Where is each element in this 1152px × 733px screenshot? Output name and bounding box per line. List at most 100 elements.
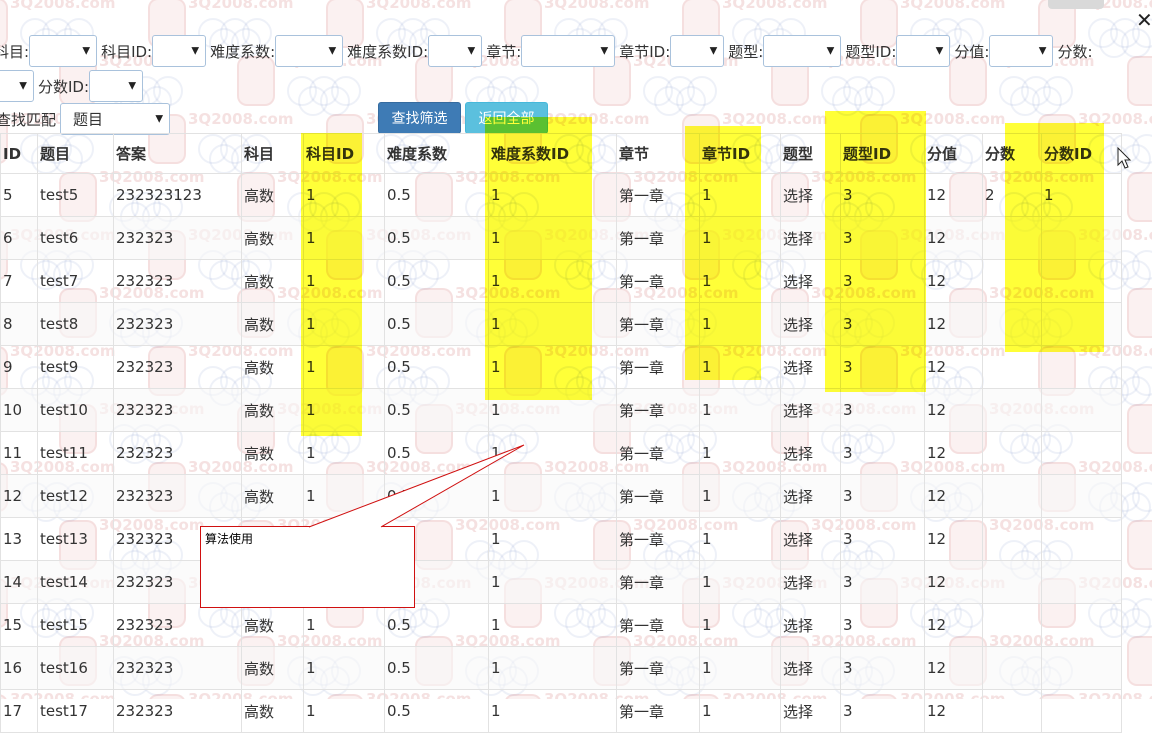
table-row[interactable]: 15 test15 232323 高数 1 0.5 1 第一章 1 选择 3 12 — [0, 603, 1122, 647]
cell-value: 高数 — [244, 616, 275, 635]
cell-value: 5 — [3, 186, 13, 204]
cell-value: 1 — [491, 401, 501, 419]
table-cell — [982, 517, 1042, 561]
cell-value: 第一章 — [619, 444, 665, 463]
table-cell: 选择 — [780, 431, 841, 475]
filter-label: 章节: — [486, 42, 522, 61]
table-cell: 选择 — [780, 603, 841, 647]
table-cell — [1041, 474, 1122, 518]
filter-label: 分数: — [1057, 42, 1093, 61]
table-cell: test16 — [37, 646, 114, 690]
watermark-text: 3Q2008.com — [544, 0, 650, 12]
watermark-logo-icon — [1127, 172, 1152, 222]
filter-select[interactable]: ▼ — [29, 35, 98, 67]
watermark-text: 3Q2008.com — [188, 0, 294, 12]
cell-value: 高数 — [244, 358, 275, 377]
cell-value: 1 — [306, 444, 316, 462]
table-cell: 3 — [840, 689, 925, 733]
mouse-cursor-icon — [1117, 147, 1132, 169]
cell-value: 1 — [491, 530, 501, 548]
table-cell: test6 — [37, 216, 114, 260]
table-cell: 12 — [924, 474, 983, 518]
column-header[interactable]: 科目 — [241, 133, 304, 174]
column-header[interactable]: 分值 — [924, 133, 983, 174]
table-row[interactable]: 16 test16 232323 高数 1 0.5 1 第一章 1 选择 3 12 — [0, 646, 1122, 690]
cell-value: 0.5 — [387, 401, 411, 419]
table-row[interactable]: 14 test14 232323 1 第一章 1 选择 3 12 — [0, 560, 1122, 604]
cell-value: 12 — [927, 530, 947, 548]
table-cell: 0.5 — [384, 603, 489, 647]
table-cell: 12 — [924, 259, 983, 303]
table-row[interactable]: 13test13232323高数1第一章1选择312 — [0, 517, 1122, 561]
cell-value: 高数 — [244, 444, 275, 463]
cell-value: test16 — [40, 659, 88, 677]
cell-value: test17 — [40, 702, 88, 720]
table-cell: 12 — [924, 517, 983, 561]
filter-select[interactable]: ▼ — [989, 35, 1054, 67]
table-cell: 高数 — [241, 173, 304, 217]
table-cell: 1 — [303, 603, 385, 647]
filter-select[interactable]: ▼ — [521, 35, 616, 67]
column-header-label: 科目 — [244, 145, 275, 163]
table-cell: 12 — [924, 302, 983, 346]
annotation-text: 算法使用 — [205, 532, 254, 546]
cell-value: test14 — [40, 573, 88, 591]
filter-select[interactable]: ▼ — [428, 35, 483, 67]
table-cell: 12 — [924, 431, 983, 475]
watermark-logo-icon — [1127, 520, 1152, 570]
table-cell: 232323 — [113, 302, 242, 346]
table-cell: 12 — [924, 388, 983, 432]
cell-value: 第一章 — [619, 616, 665, 635]
cell-value: 选择 — [783, 401, 814, 420]
watermark-text: 3Q2008.com — [188, 110, 294, 128]
close-icon[interactable]: ✕ — [1136, 8, 1152, 32]
table-cell — [1041, 560, 1122, 604]
table-cell: 3 — [840, 431, 925, 475]
cell-value: 高数 — [244, 315, 275, 334]
watermark-logo-icon — [1127, 636, 1152, 686]
table-row[interactable]: 11 test11 232323 高数 1 0.5 1 第一章 1 选择 3 12 — [0, 431, 1122, 475]
search-filter-button[interactable]: 查找筛选 — [378, 102, 461, 134]
cell-value: 232323 — [116, 272, 174, 290]
table-cell: 高数 — [241, 646, 304, 690]
table-row[interactable]: 12 test12 232323 高数 1 0.5 1 第一章 1 选择 3 12 — [0, 474, 1122, 518]
column-header[interactable]: ID — [0, 133, 38, 174]
table-cell: 第一章 — [616, 388, 700, 432]
filter-select[interactable]: ▼ — [670, 35, 725, 67]
table-cell — [1041, 689, 1122, 733]
chevron-down-icon: ▼ — [82, 45, 91, 57]
highlight-difficulty-id — [485, 117, 592, 400]
cell-value: 1 — [306, 616, 316, 634]
cell-value: 1 — [491, 616, 501, 634]
table-cell: test14 — [37, 560, 114, 604]
filter-select[interactable]: ▼ — [0, 70, 34, 102]
table-cell: 12 — [924, 216, 983, 260]
cell-value: 1 — [491, 659, 501, 677]
table-cell: 12 — [924, 603, 983, 647]
filter-select[interactable]: ▼ — [763, 35, 842, 67]
cell-value: 1 — [702, 702, 712, 720]
table-cell: 11 — [0, 431, 38, 475]
table-cell: 1 — [303, 474, 385, 518]
cell-value: 1 — [491, 702, 501, 720]
match-select[interactable]: 题目 ▼ — [60, 103, 171, 135]
chevron-down-icon: ▼ — [826, 45, 835, 57]
filter-select[interactable]: ▼ — [152, 35, 207, 67]
table-cell: 3 — [840, 603, 925, 647]
cell-value: 15 — [3, 616, 23, 634]
column-header[interactable]: 难度系数 — [384, 133, 489, 174]
filter-select[interactable]: ▼ — [896, 35, 951, 67]
filter-select[interactable]: ▼ — [89, 70, 144, 102]
cell-value: 6 — [3, 229, 13, 247]
table-cell: 12 — [924, 646, 983, 690]
cell-value: test9 — [40, 358, 79, 376]
filter-select[interactable]: ▼ — [275, 35, 344, 67]
column-header[interactable]: 题目 — [37, 133, 114, 174]
table-row[interactable]: 17 test17 232323 高数 1 0.5 1 第一章 1 选择 3 12 — [0, 689, 1122, 733]
column-header[interactable]: 答案 — [113, 133, 242, 174]
cell-value: 3 — [843, 401, 853, 419]
cell-value: 0.5 — [387, 702, 411, 720]
window-tab[interactable] — [1048, 0, 1104, 9]
table-cell: 第一章 — [616, 603, 700, 647]
filter-label: 题型: — [728, 42, 764, 61]
